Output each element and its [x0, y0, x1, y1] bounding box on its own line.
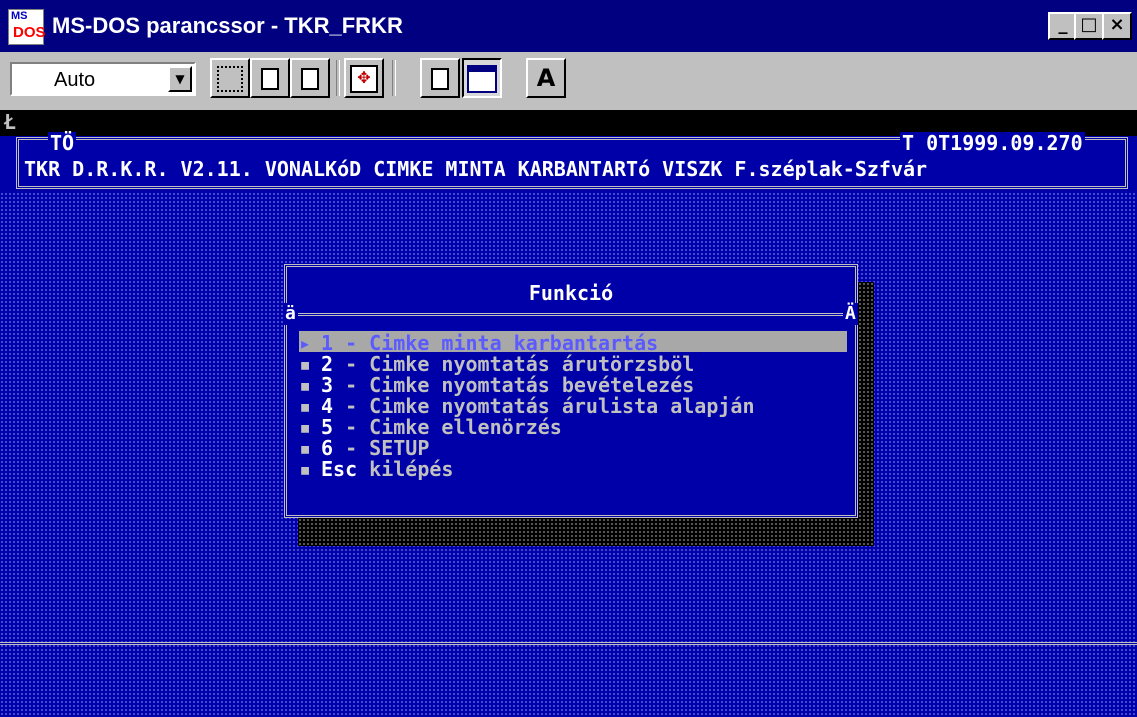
dialog-divider [284, 313, 858, 316]
menu-item-cimke-minta[interactable]: ▸ 1 - Cimke minta karbantartás [299, 331, 847, 355]
function-dialog: Funkció ä Ä ▸ 1 - Cimke minta karbantartá… [283, 264, 858, 518]
msdos-window: MS DOS MS-DOS parancssor - TKR_FRKR _ □ … [0, 0, 1137, 717]
dialog-title: Funkció [528, 281, 614, 305]
msdos-app-icon[interactable]: MS DOS [8, 9, 46, 45]
menu-item-exit[interactable]: ▪ Esc kilépés [299, 457, 847, 481]
menu-item-nyomtatas-bevetelezes[interactable]: ▪ 3 - Cimke nyomtatás bevételezés [299, 373, 847, 397]
fullscreen-icon: ✥ [350, 65, 378, 93]
toolbar-separator [336, 60, 340, 96]
font-size-value: Auto [54, 69, 96, 91]
maximize-button[interactable]: □ [1074, 12, 1104, 40]
menu-item-nyomtatas-arulista[interactable]: ▪ 4 - Cimke nyomtatás árulista alapján [299, 394, 847, 418]
chevron-down-icon[interactable]: ▼ [168, 66, 192, 92]
copy-button[interactable] [250, 58, 290, 98]
dialog-right-marker: Ä [843, 303, 858, 325]
menu-item-label: kilépés [357, 457, 454, 481]
toolbar-separator [392, 60, 396, 96]
menu-item-ellenorzes[interactable]: ▪ 5 - Cimke ellenörzés [299, 415, 847, 439]
window-title: MS-DOS parancssor - TKR_FRKR [52, 13, 403, 38]
console-cursor: Ł [4, 110, 17, 134]
fullscreen-button[interactable]: ✥ [344, 58, 384, 98]
icon-text-ms: MS [11, 10, 28, 22]
header-left-label: TÖ [48, 131, 77, 155]
console-area[interactable]: Ł TÖ T 0T1999.09.270 TKR D.R.K.R. V2.11.… [0, 110, 1137, 717]
close-button[interactable]: × [1102, 12, 1132, 40]
function-menu: ▸ 1 - Cimke minta karbantartás ▪ 2 - Cimke… [299, 331, 847, 481]
mark-icon [217, 66, 243, 92]
footer-frame [0, 642, 1137, 654]
menu-item-key: Esc [321, 457, 358, 481]
menu-item-nyomtatas-arutorzs[interactable]: ▪ 2 - Cimke nyomtatás árutörzsböl [299, 352, 847, 376]
paste-icon [301, 68, 319, 90]
icon-text-dos: DOS [13, 24, 46, 41]
properties-icon [431, 68, 449, 90]
background-icon [467, 65, 497, 93]
title-bar[interactable]: MS DOS MS-DOS parancssor - TKR_FRKR _ □ … [0, 0, 1137, 52]
dialog-left-marker: ä [283, 303, 298, 325]
font-button[interactable]: A [526, 58, 566, 98]
header-title-line: TKR D.R.K.R. V2.11. VONALKóD CIMKE MINTA… [22, 157, 930, 181]
font-size-select[interactable]: Auto ▼ [10, 62, 196, 96]
bullet-icon: ▪ [299, 457, 312, 481]
mark-button[interactable] [210, 58, 250, 98]
toolbar: Auto ▼ ✥ A [0, 52, 1137, 110]
menu-item-setup[interactable]: ▪ 6 - SETUP [299, 436, 847, 460]
copy-icon [261, 68, 279, 90]
paste-button[interactable] [290, 58, 330, 98]
header-date: T 0T1999.09.270 [900, 131, 1085, 155]
background-button[interactable] [462, 58, 502, 98]
properties-button[interactable] [420, 58, 460, 98]
